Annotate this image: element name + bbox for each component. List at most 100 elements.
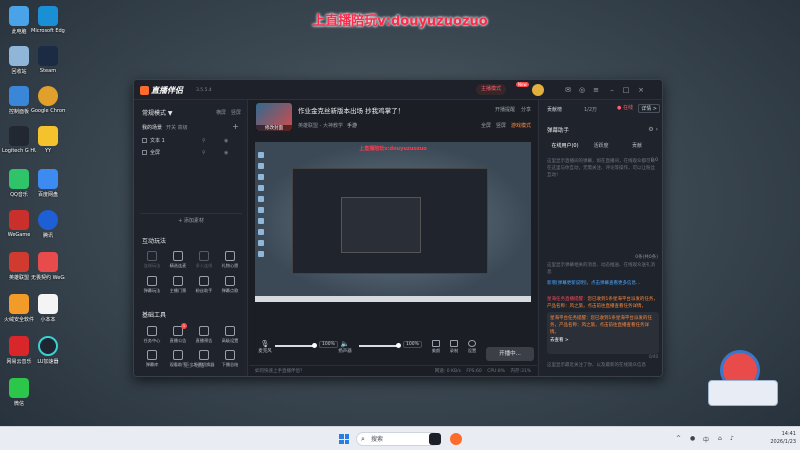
tab-activity[interactable]: 活跃度: [583, 142, 619, 149]
share-button[interactable]: 分享: [521, 107, 531, 113]
tool-multi-link[interactable]: 多人连线: [192, 251, 216, 269]
slider-knob[interactable]: [312, 343, 317, 348]
menu-icon[interactable]: ≡: [592, 86, 600, 94]
category[interactable]: 英雄联盟 - 大神教学 手游: [298, 122, 357, 129]
slider-knob[interactable]: [396, 343, 401, 348]
taskbar-live-app-icon[interactable]: [450, 433, 462, 445]
ime-icon[interactable]: 中: [703, 435, 709, 444]
live-reminder-button[interactable]: 开播提醒: [495, 107, 515, 113]
doraemon-mascot[interactable]: [708, 350, 780, 410]
tool-featured-mic[interactable]: 精选连麦: [166, 251, 190, 269]
cover-thumbnail[interactable]: 修改封面: [256, 103, 292, 131]
chevron-right-icon[interactable]: ›: [656, 126, 658, 133]
landscape-link[interactable]: 横屏: [216, 110, 226, 116]
live-companion-window: 直播伴侣 3.5.5.4 主播模式 New ✉ ◎ ≡ – □ × 常规模式 ▼…: [133, 79, 663, 377]
desktop-icon[interactable]: LU加速器: [31, 336, 65, 365]
beauty-button[interactable]: 美颜: [429, 340, 443, 354]
stream-title[interactable]: 作业金克丝新版本出场 抄我鸡掌了！: [298, 105, 404, 115]
tencent-icon: [38, 210, 58, 230]
eye-icon[interactable]: ◉: [224, 136, 228, 146]
record-button[interactable]: 录制: [447, 340, 461, 354]
add-source-button[interactable]: + 添加素材: [140, 213, 242, 225]
desktop-icon[interactable]: 微信: [2, 378, 36, 407]
mode-dropdown[interactable]: 常规模式 ▼: [142, 108, 173, 117]
tool-danmu-play[interactable]: 弹幕玩法: [140, 276, 164, 294]
lock-icon[interactable]: ⚲: [202, 148, 206, 158]
mode-tag[interactable]: 主播模式: [476, 84, 507, 95]
mic-slider[interactable]: [275, 343, 317, 348]
tray-chevron-icon[interactable]: ^: [676, 435, 681, 442]
tab-my-scenes[interactable]: 我的场景: [142, 125, 162, 131]
minimize-icon[interactable]: –: [608, 86, 616, 94]
detail-button[interactable]: 详情 >: [638, 104, 660, 113]
tab-switch[interactable]: 开关: [166, 125, 176, 131]
tab-contribution[interactable]: 贡献: [619, 142, 655, 149]
desktop-icon[interactable]: Microsoft Edge: [31, 6, 65, 34]
portrait-link[interactable]: 竖屏: [231, 110, 241, 116]
scene-item[interactable]: 全屏 ⚲ ◉: [142, 148, 242, 158]
add-scene-icon[interactable]: +: [232, 122, 239, 131]
tool-announcement[interactable]: 1 直播公告: [166, 323, 190, 344]
clock[interactable]: 14:41 2026/1/23: [770, 430, 796, 446]
scene-item[interactable]: 文本 1 ⚲ ◉: [142, 136, 242, 146]
speaker-percent[interactable]: 100%: [403, 341, 422, 348]
desktop-icon[interactable]: 腾讯: [31, 210, 65, 239]
speaker-slider[interactable]: [359, 343, 401, 348]
checkbox-icon[interactable]: [142, 150, 147, 155]
tool-task-center[interactable]: 任务中心: [140, 326, 164, 344]
checkbox-icon[interactable]: [142, 138, 147, 143]
download-icon: [225, 326, 235, 336]
tool-gift-wish[interactable]: 礼物心愿: [218, 251, 242, 269]
lol-icon: [9, 252, 29, 272]
desktop-icon[interactable]: 无畏契约 WeGame版: [31, 252, 65, 281]
yy-icon: [38, 126, 58, 146]
more-features-link[interactable]: ··· 更多功能: [134, 362, 248, 369]
system-message-box: 星海平台任务提醒：您已收到1条星海平台派发的任务，产品名称：风之旅，点击前往直播…: [547, 312, 659, 354]
danmu-total: 0条(共0条): [635, 255, 658, 260]
view-link[interactable]: 去查看 >: [550, 337, 569, 344]
desktop-icon[interactable]: YY: [31, 126, 65, 154]
desktop-icon[interactable]: 小本本: [31, 294, 65, 323]
game-mode-option[interactable]: 游戏模式: [511, 123, 531, 129]
task-notice[interactable]: 星海任务直播提醒：您已收到1条星海平台派发的任务，产品名称：风之旅，点击前往直播…: [547, 296, 659, 310]
windows-start-icon[interactable]: [339, 434, 349, 444]
desktop-icon[interactable]: Google Chrome: [31, 86, 65, 114]
taskbar-search[interactable]: ⌕ 搜索: [356, 432, 440, 446]
tool-song-request[interactable]: 弹幕点歌: [218, 276, 242, 294]
go-live-button[interactable]: 开播中...: [486, 347, 534, 361]
tab-online-users[interactable]: 在线用户(0): [547, 142, 583, 149]
tool-fan-helper[interactable]: 粉丝助手: [192, 276, 216, 294]
update-notice[interactable]: 新增[弹幕更新说明]，点击弹幕查看更多信息...: [547, 280, 659, 287]
eye-icon[interactable]: ◉: [224, 148, 228, 158]
portrait-option[interactable]: 竖屏: [496, 123, 506, 129]
tool-preview[interactable]: 直播预告: [192, 326, 216, 344]
desktop-icon[interactable]: Steam: [31, 46, 65, 74]
headset-icon[interactable]: ◎: [578, 86, 586, 94]
viewer-icon: [173, 350, 183, 360]
message-icon[interactable]: ✉: [564, 86, 572, 94]
close-icon[interactable]: ×: [637, 86, 645, 94]
help-link[interactable]: 如何快速上手直播伴侣？: [255, 366, 305, 376]
speaker-control[interactable]: 🔈 扬声器: [336, 340, 354, 354]
tool-link-play[interactable]: 连线玩法: [140, 251, 164, 269]
tray-app-icon[interactable]: ●: [690, 435, 695, 442]
tab-advanced[interactable]: 高级: [178, 125, 188, 131]
taskbar-app-icon[interactable]: [429, 433, 441, 445]
app-logo-icon: [140, 86, 149, 95]
desktop-icon[interactable]: 百度网盘: [31, 169, 65, 198]
task-icon: [147, 326, 157, 336]
lock-icon[interactable]: ⚲: [202, 136, 206, 146]
network-icon[interactable]: ⌂: [718, 435, 722, 442]
message-hint: 这里显示弹幕相关的消息、动态推送、在线观众送礼消息: [547, 263, 655, 275]
tool-ticket[interactable]: 主播门票: [166, 276, 190, 294]
settings-button[interactable]: 设置: [465, 340, 479, 354]
filter-icon[interactable]: ⚙: [648, 126, 653, 133]
avatar[interactable]: [532, 84, 544, 96]
tool-advanced[interactable]: 高级设置: [218, 326, 242, 344]
follower-hint: 这里显示最近关注了你、以及最新的在线观众信息: [547, 363, 646, 368]
mic-control[interactable]: 🎙 麦克风: [257, 340, 273, 354]
live-preview[interactable]: 上直播陪玩v:douyuzuozuo: [255, 142, 531, 302]
volume-icon[interactable]: ♪: [730, 435, 734, 442]
fullscreen-option[interactable]: 全屏: [481, 123, 491, 129]
maximize-icon[interactable]: □: [622, 86, 630, 94]
